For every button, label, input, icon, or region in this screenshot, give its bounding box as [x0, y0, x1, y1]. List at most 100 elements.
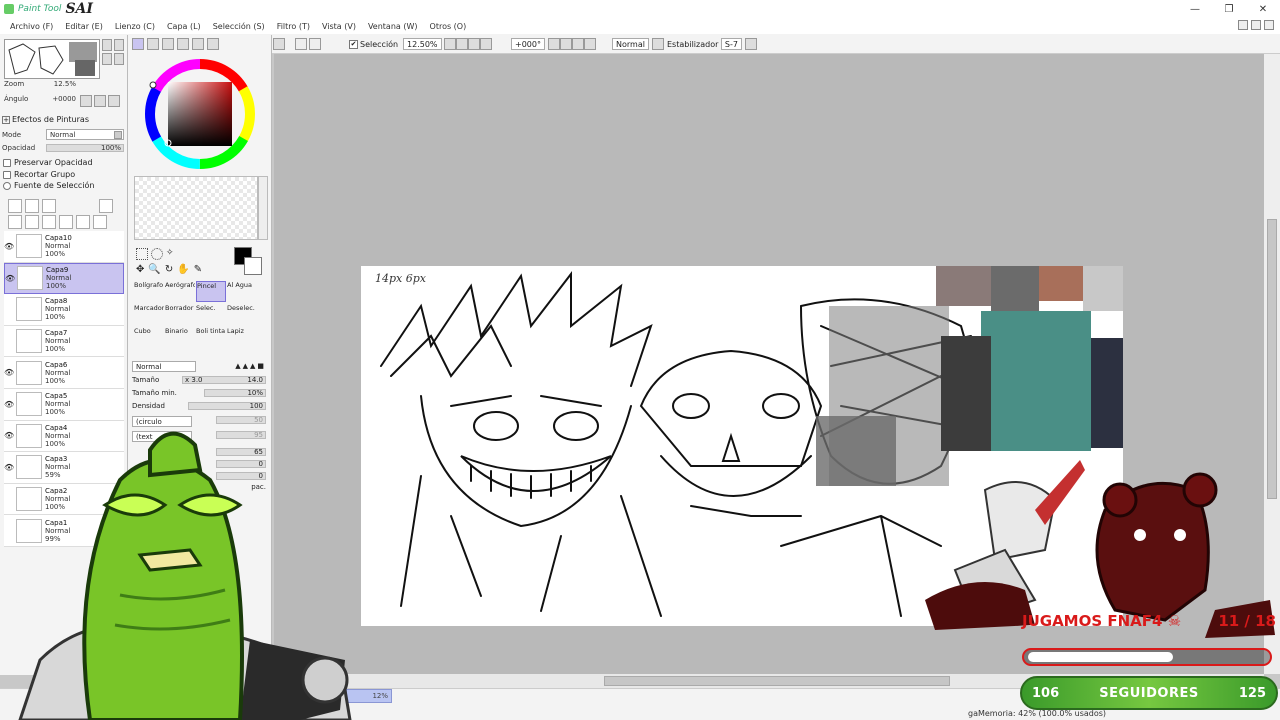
nav-zoom-in-icon[interactable]: [102, 39, 112, 51]
tool-cubo[interactable]: Cubo: [134, 327, 164, 348]
mixer-tab-icon[interactable]: [177, 38, 189, 50]
color-wheel-tab-icon[interactable]: [132, 38, 144, 50]
fit-canvas-icon[interactable]: [272, 38, 285, 50]
navigator-preview[interactable]: [4, 39, 100, 79]
secondary-color-swatch[interactable]: [244, 257, 262, 275]
clip-group-checkbox[interactable]: [3, 170, 11, 179]
preserve-opacity-checkbox[interactable]: [3, 158, 11, 167]
tool-borrador[interactable]: Borrador: [165, 304, 195, 325]
scratchpad-scrollbar[interactable]: [258, 176, 268, 240]
hand-icon[interactable]: ✋: [177, 264, 189, 275]
new-layer-icon[interactable]: [8, 199, 22, 213]
tool-boligrafo[interactable]: Bolígrafo: [134, 281, 164, 302]
selection-source-radio[interactable]: [3, 181, 11, 190]
tool-deselec[interactable]: Deselec.: [227, 304, 257, 325]
eye-icon[interactable]: 👁: [4, 400, 14, 409]
zoom-reset-icon[interactable]: [480, 38, 493, 50]
layer-settings-icon[interactable]: [99, 199, 113, 213]
merge-visible-icon[interactable]: [93, 215, 107, 229]
stabilizer-field[interactable]: S-7: [720, 38, 742, 50]
blend-mode-field[interactable]: Normal: [612, 38, 649, 50]
minimize-button[interactable]: —: [1178, 0, 1212, 18]
eye-icon[interactable]: 👁: [4, 368, 14, 377]
menu-vista[interactable]: Vista (V): [316, 22, 362, 31]
rgb-slider-tab-icon[interactable]: [147, 38, 159, 50]
zoom-select-icon[interactable]: [444, 38, 457, 50]
blend-mode-icon[interactable]: [651, 38, 664, 50]
rotate-reset-icon[interactable]: [583, 38, 596, 50]
zoom-icon[interactable]: 🔍: [148, 264, 160, 275]
panel-minimize-icon[interactable]: [1238, 20, 1248, 30]
selection-checkbox[interactable]: ✔: [349, 39, 358, 49]
panel-restore-icon[interactable]: [1251, 20, 1261, 30]
horizontal-scroll-thumb[interactable]: [604, 676, 950, 686]
layer-item[interactable]: 👁 Capa6 Normal 100%: [4, 357, 124, 389]
redo-icon[interactable]: [309, 38, 322, 50]
min-size-slider[interactable]: 10%: [204, 389, 266, 397]
opacity-slider[interactable]: 100%: [46, 144, 124, 152]
copy-layer-icon[interactable]: [8, 215, 22, 229]
tool-binario[interactable]: Binario: [165, 327, 195, 348]
rotate-left-icon[interactable]: [559, 38, 572, 50]
layer-item[interactable]: 👁 Capa5 Normal 100%: [4, 388, 124, 421]
rotate-right-icon[interactable]: [571, 38, 584, 50]
nav-rotate-left-icon[interactable]: [80, 95, 92, 107]
menu-otros[interactable]: Otros (O): [424, 22, 473, 31]
size-slider[interactable]: x 3.0 14.0: [182, 376, 266, 384]
lasso-icon[interactable]: [151, 248, 163, 260]
layer-item-active[interactable]: 👁 Capa9 Normal 100%: [4, 262, 124, 295]
swatches-tab-icon[interactable]: [192, 38, 204, 50]
delete-layer-icon[interactable]: [59, 215, 73, 229]
layer-item[interactable]: Capa7 Normal 100%: [4, 325, 124, 358]
color-wheel[interactable]: [138, 57, 262, 171]
nav-angle-value[interactable]: +0000: [52, 95, 76, 103]
eye-icon[interactable]: 👁: [5, 274, 15, 283]
menu-lienzo[interactable]: Lienzo (C): [109, 22, 161, 31]
new-linework-layer-icon[interactable]: [25, 199, 39, 213]
merge-layer-icon[interactable]: [25, 215, 39, 229]
magic-wand-icon[interactable]: ✧: [166, 248, 178, 260]
scratchpad[interactable]: [134, 176, 258, 240]
tool-lapiz[interactable]: Lapiz: [227, 327, 257, 348]
maximize-button[interactable]: ❐: [1212, 0, 1246, 18]
menu-capa[interactable]: Capa (L): [161, 22, 207, 31]
angle-select-icon[interactable]: [547, 38, 560, 50]
close-button[interactable]: ✕: [1246, 0, 1280, 18]
menu-ventana[interactable]: Ventana (W): [362, 22, 424, 31]
merge-down-icon[interactable]: [76, 215, 90, 229]
tool-selec[interactable]: Selec.: [196, 304, 226, 325]
menu-archivo[interactable]: Archivo (F): [4, 22, 59, 31]
hsv-slider-tab-icon[interactable]: [162, 38, 174, 50]
menu-filtro[interactable]: Filtro (T): [271, 22, 316, 31]
brush-edge-icons[interactable]: ▲▲▲■: [235, 362, 266, 370]
nav-fit-icon[interactable]: [102, 53, 112, 65]
zoom-out-icon[interactable]: [456, 38, 469, 50]
rotate-icon[interactable]: ↻: [165, 264, 173, 275]
stabilizer-dropdown-icon[interactable]: [744, 38, 757, 50]
menu-seleccion[interactable]: Selección (S): [207, 22, 271, 31]
nav-reset-icon[interactable]: [114, 53, 124, 65]
menu-editar[interactable]: Editar (E): [59, 22, 109, 31]
tool-boli-tinta[interactable]: Boli tinta: [196, 327, 226, 348]
panel-close-icon[interactable]: [1264, 20, 1274, 30]
move-icon[interactable]: ✥: [136, 264, 144, 275]
new-folder-icon[interactable]: [42, 199, 56, 213]
rect-select-icon[interactable]: [136, 248, 148, 260]
paint-effects-header[interactable]: + Efectos de Pinturas: [2, 115, 89, 124]
nav-rotate-reset-icon[interactable]: [108, 95, 120, 107]
tool-al-agua[interactable]: Al Agua: [227, 281, 257, 302]
undo-icon[interactable]: [294, 38, 307, 50]
layer-item[interactable]: Capa8 Normal 100%: [4, 294, 124, 326]
brush-mode-select[interactable]: Normal: [132, 360, 196, 372]
layer-item[interactable]: 👁 Capa10 Normal 100%: [4, 231, 124, 263]
clear-layer-icon[interactable]: [42, 215, 56, 229]
eyedropper-icon[interactable]: ✎: [194, 264, 202, 275]
tool-aerografo[interactable]: Aerógrafo: [165, 281, 195, 302]
zoom-field[interactable]: 12.50%: [403, 38, 442, 50]
zoom-in-icon[interactable]: [468, 38, 481, 50]
tool-pincel[interactable]: Pincel: [196, 281, 226, 302]
nav-rotate-right-icon[interactable]: [94, 95, 106, 107]
density-slider[interactable]: 100: [188, 402, 266, 410]
angle-field[interactable]: +000°: [511, 38, 545, 50]
nav-zoom-out-icon[interactable]: [114, 39, 124, 51]
